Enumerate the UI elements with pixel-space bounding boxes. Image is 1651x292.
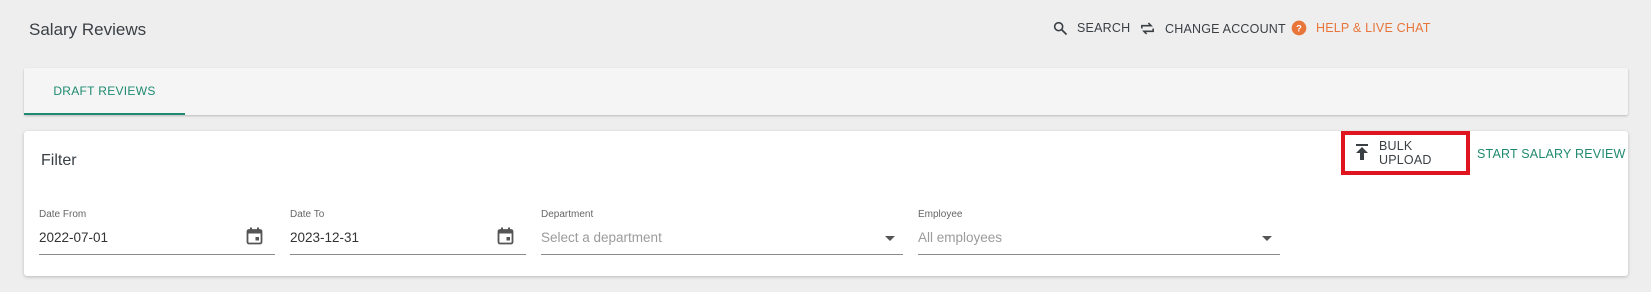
date-from-field: Date From 2022-07-01 <box>39 208 275 255</box>
filter-panel: Filter BULK UPLOAD START SALARY REVIEW D… <box>24 131 1628 276</box>
tab-draft-reviews[interactable]: DRAFT REVIEWS <box>24 68 185 115</box>
date-to-label: Date To <box>290 209 325 220</box>
search-icon <box>1052 20 1068 36</box>
department-select[interactable]: Select a department <box>541 228 903 255</box>
help-label: HELP & LIVE CHAT <box>1316 21 1431 35</box>
change-account-label: CHANGE ACCOUNT <box>1165 21 1286 36</box>
date-from-input[interactable]: 2022-07-01 <box>39 227 275 255</box>
page-title: Salary Reviews <box>29 20 147 39</box>
date-to-value: 2023-12-31 <box>290 230 360 245</box>
search-button[interactable]: SEARCH <box>1052 20 1130 36</box>
chevron-down-icon <box>1262 236 1272 241</box>
date-to-field: Date To 2023-12-31 <box>290 208 526 255</box>
filter-title: Filter <box>41 152 77 169</box>
chevron-down-icon <box>885 236 895 241</box>
date-from-value: 2022-07-01 <box>39 230 109 245</box>
employee-field: Employee All employees <box>918 208 1280 255</box>
date-from-label: Date From <box>39 209 87 220</box>
start-salary-review-button[interactable]: START SALARY REVIEW <box>1477 147 1626 161</box>
calendar-icon[interactable] <box>497 227 514 254</box>
svg-text:?: ? <box>1296 23 1302 33</box>
tab-bar: DRAFT REVIEWS <box>24 68 1628 115</box>
employee-placeholder: All employees <box>918 230 1003 245</box>
date-to-input[interactable]: 2023-12-31 <box>290 227 526 255</box>
calendar-icon[interactable] <box>246 227 263 254</box>
change-account-button[interactable]: CHANGE ACCOUNT <box>1139 20 1286 37</box>
department-placeholder: Select a department <box>541 230 662 245</box>
department-label: Department <box>541 209 594 220</box>
help-icon: ? <box>1291 20 1307 36</box>
upload-icon <box>1355 143 1369 163</box>
department-field: Department Select a department <box>541 208 903 255</box>
bulk-upload-button[interactable]: BULK UPLOAD <box>1341 131 1470 175</box>
swap-icon <box>1139 20 1156 37</box>
help-live-chat-button[interactable]: ? HELP & LIVE CHAT <box>1291 20 1431 36</box>
bulk-upload-label: BULK UPLOAD <box>1379 139 1432 167</box>
search-label: SEARCH <box>1077 21 1131 35</box>
employee-select[interactable]: All employees <box>918 228 1280 255</box>
employee-label: Employee <box>918 209 963 220</box>
